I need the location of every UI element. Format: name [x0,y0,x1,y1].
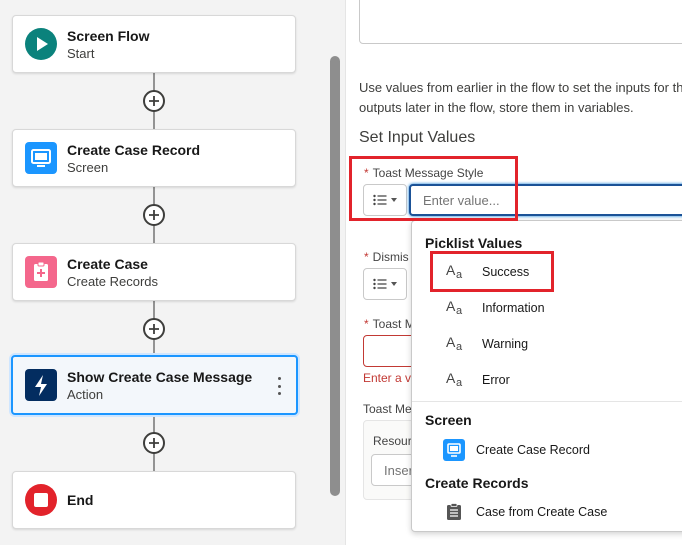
add-element-button[interactable] [143,204,165,226]
node-title: Show Create Case Message [67,369,253,385]
option-label: Warning [482,337,529,351]
dismiss-label: * Dismis [364,250,409,264]
add-element-button[interactable] [143,90,165,112]
picklist-option-warning[interactable]: Aa Warning [424,330,682,358]
plus-icon [149,438,159,448]
screen-option-create-case-record[interactable]: Create Case Record [424,436,682,464]
section-title: Set Input Values [359,129,476,146]
plus-icon [149,324,159,334]
text-type-icon: Aa [446,298,463,317]
plus-icon [149,96,159,106]
plus-icon [149,210,159,220]
divider [412,401,682,402]
text-type-icon: Aa [446,370,463,389]
option-label: Error [482,373,510,387]
add-element-button[interactable] [143,318,165,340]
highlight-annotation [430,251,554,292]
flow-node-create-case-record[interactable]: Create Case Record Screen [12,129,296,187]
toast-message-label: * Toast M [364,317,415,331]
picklist-option-error[interactable]: Aa Error [424,366,682,394]
option-label: Create Case Record [476,443,590,457]
node-subtitle: Screen [67,160,109,175]
picklist-header: Picklist Values [425,235,523,251]
flow-node-show-create-case-message[interactable]: Show Create Case Message Action [11,355,298,415]
clipboard-icon [443,501,465,523]
required-marker: * [364,317,369,331]
text-type-icon: Aa [446,334,463,353]
node-title: End [67,492,94,508]
records-option-case-from-create-case[interactable]: Case from Create Case [424,498,682,526]
description-textarea[interactable] [359,0,682,44]
dismiss-label-text: Dismis [372,250,409,264]
node-title: Create Case [67,256,148,272]
flow-node-end[interactable]: End [12,471,296,529]
chevron-down-icon [391,282,397,286]
flow-node-start[interactable]: Screen Flow Start [12,15,296,73]
help-text-line: Use values from earlier in the flow to s… [359,80,682,95]
node-subtitle: Create Records [67,274,159,289]
screen-icon [443,439,465,461]
screen-header: Screen [425,412,472,428]
error-text: Enter a va [363,371,418,385]
flow-node-create-case[interactable]: Create Case Create Records [12,243,296,301]
lightning-icon [25,369,57,401]
picklist-option-information[interactable]: Aa Information [424,294,682,322]
screen-icon [25,142,57,174]
value-type-button[interactable] [363,268,407,300]
option-label: Case from Create Case [476,505,608,519]
create-records-icon [25,256,57,288]
create-records-header: Create Records [425,475,529,491]
play-icon [25,28,57,60]
add-element-button[interactable] [143,432,165,454]
help-text: Use values from earlier in the flow to s… [359,78,682,118]
required-marker: * [364,250,369,264]
node-title: Create Case Record [67,142,201,158]
flow-canvas: Screen Flow Start Create Case Record Scr… [0,0,327,545]
toast-message-label-text: Toast M [372,317,415,331]
toast-me-label: Toast Me [363,402,412,416]
stop-icon [25,484,57,516]
list-icon [373,278,387,290]
help-text-line: outputs later in the flow, store them in… [359,100,634,115]
node-title: Screen Flow [67,28,150,44]
canvas-scrollbar[interactable] [330,56,340,496]
node-subtitle: Action [67,387,104,402]
node-subtitle: Start [67,46,95,61]
node-menu-icon[interactable] [276,377,282,395]
highlight-annotation [349,156,518,221]
option-label: Information [482,301,545,315]
